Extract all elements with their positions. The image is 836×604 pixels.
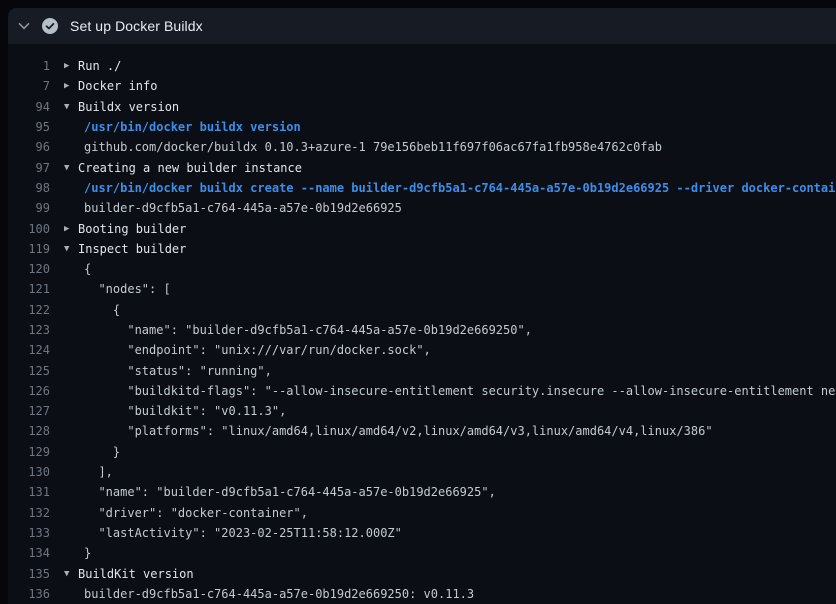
log-line: 95 /usr/bin/docker buildx version xyxy=(8,117,836,137)
log-line[interactable]: 97 ▼ Creating a new builder instance xyxy=(8,157,836,177)
log-line: 133 "lastActivity": "2023-02-25T11:58:12… xyxy=(8,523,836,543)
step-header[interactable]: Set up Docker Buildx xyxy=(8,8,836,44)
log-line[interactable]: 119 ▼ Inspect builder xyxy=(8,239,836,259)
log-text: builder-d9cfb5a1-c764-445a-a57e-0b19d2e6… xyxy=(84,201,402,215)
line-number-link[interactable]: 126 xyxy=(8,384,50,398)
line-number-link[interactable]: 120 xyxy=(8,262,50,276)
log-text: Creating a new builder instance xyxy=(78,161,302,175)
log-text: "name": "builder-d9cfb5a1-c764-445a-a57e… xyxy=(84,485,496,499)
log-text: "nodes": [ xyxy=(84,282,171,296)
disclosure-triangle-icon[interactable]: ▼ xyxy=(50,569,78,579)
line-number-link[interactable]: 95 xyxy=(8,120,50,134)
log-line: 126 "buildkitd-flags": "--allow-insecure… xyxy=(8,381,836,401)
line-number-link[interactable]: 96 xyxy=(8,140,50,154)
log-text: "driver": "docker-container", xyxy=(84,506,308,520)
log-line: 124 "endpoint": "unix:///var/run/docker.… xyxy=(8,340,836,360)
line-number-link[interactable]: 130 xyxy=(8,465,50,479)
log-line[interactable]: 100 ▶ Booting builder xyxy=(8,218,836,238)
log-line: 128 "platforms": "linux/amd64,linux/amd6… xyxy=(8,421,836,441)
log-text: builder-d9cfb5a1-c764-445a-a57e-0b19d2e6… xyxy=(84,587,474,601)
step-title: Set up Docker Buildx xyxy=(70,18,203,34)
log-text: { xyxy=(84,303,120,317)
log-text: "status": "running", xyxy=(84,364,272,378)
line-number-link[interactable]: 1 xyxy=(8,59,50,73)
log-line[interactable]: 1 ▶ Run ./ xyxy=(8,56,836,76)
line-number-link[interactable]: 125 xyxy=(8,364,50,378)
log-line[interactable]: 7 ▶ Docker info xyxy=(8,76,836,96)
log-line: 99 builder-d9cfb5a1-c764-445a-a57e-0b19d… xyxy=(8,198,836,218)
log-line: 122 { xyxy=(8,300,836,320)
step-log-card: Set up Docker Buildx 1 ▶ Run ./ 7 ▶ Dock… xyxy=(8,8,836,604)
line-number-link[interactable]: 7 xyxy=(8,79,50,93)
line-number-link[interactable]: 123 xyxy=(8,323,50,337)
line-number-link[interactable]: 127 xyxy=(8,404,50,418)
disclosure-triangle-icon[interactable]: ▼ xyxy=(50,163,78,173)
log-text: "platforms": "linux/amd64,linux/amd64/v2… xyxy=(84,424,713,438)
line-number-link[interactable]: 94 xyxy=(8,100,50,114)
line-number-link[interactable]: 100 xyxy=(8,222,50,236)
log-line: 129 } xyxy=(8,442,836,462)
log-line[interactable]: 135 ▼ BuildKit version xyxy=(8,563,836,583)
disclosure-triangle-icon[interactable]: ▼ xyxy=(50,244,78,254)
log-line: 130 ], xyxy=(8,462,836,482)
log-text: "buildkitd-flags": "--allow-insecure-ent… xyxy=(84,384,836,398)
log-line: 96 github.com/docker/buildx 0.10.3+azure… xyxy=(8,137,836,157)
line-number-link[interactable]: 136 xyxy=(8,587,50,601)
chevron-down-icon[interactable] xyxy=(16,18,32,34)
log-text: Booting builder xyxy=(78,222,186,236)
line-number-link[interactable]: 119 xyxy=(8,242,50,256)
log-text: Inspect builder xyxy=(78,242,186,256)
log-text: "lastActivity": "2023-02-25T11:58:12.000… xyxy=(84,526,402,540)
line-number-link[interactable]: 121 xyxy=(8,282,50,296)
log-text: "name": "builder-d9cfb5a1-c764-445a-a57e… xyxy=(84,323,532,337)
line-number-link[interactable]: 134 xyxy=(8,546,50,560)
line-number-link[interactable]: 133 xyxy=(8,526,50,540)
line-number-link[interactable]: 128 xyxy=(8,424,50,438)
log-line[interactable]: 94 ▼ Buildx version xyxy=(8,97,836,117)
log-line: 127 "buildkit": "v0.11.3", xyxy=(8,401,836,421)
line-number-link[interactable]: 99 xyxy=(8,201,50,215)
log-text: Docker info xyxy=(78,79,157,93)
log-text: { xyxy=(84,262,91,276)
line-number-link[interactable]: 98 xyxy=(8,181,50,195)
log-text: BuildKit version xyxy=(78,567,194,581)
disclosure-triangle-icon[interactable]: ▶ xyxy=(50,81,78,91)
log-lines: 1 ▶ Run ./ 7 ▶ Docker info 94 ▼ Buildx v… xyxy=(8,44,836,604)
log-text: Buildx version xyxy=(78,100,179,114)
log-text: "buildkit": "v0.11.3", xyxy=(84,404,286,418)
log-text: /usr/bin/docker buildx version xyxy=(84,120,301,134)
log-text: } xyxy=(84,546,91,560)
log-text: "endpoint": "unix:///var/run/docker.sock… xyxy=(84,343,431,357)
log-line: 134 } xyxy=(8,543,836,563)
disclosure-triangle-icon[interactable]: ▼ xyxy=(50,102,78,112)
line-number-link[interactable]: 131 xyxy=(8,485,50,499)
log-text: } xyxy=(84,445,120,459)
disclosure-triangle-icon[interactable]: ▶ xyxy=(50,61,78,71)
log-line: 121 "nodes": [ xyxy=(8,279,836,299)
log-line: 123 "name": "builder-d9cfb5a1-c764-445a-… xyxy=(8,320,836,340)
log-line: 132 "driver": "docker-container", xyxy=(8,503,836,523)
log-text: /usr/bin/docker buildx create --name bui… xyxy=(84,181,836,195)
log-line: 131 "name": "builder-d9cfb5a1-c764-445a-… xyxy=(8,482,836,502)
log-line: 125 "status": "running", xyxy=(8,360,836,380)
line-number-link[interactable]: 97 xyxy=(8,161,50,175)
log-line: 120 { xyxy=(8,259,836,279)
log-text: github.com/docker/buildx 0.10.3+azure-1 … xyxy=(84,140,662,154)
status-success-icon xyxy=(42,18,58,34)
line-number-link[interactable]: 124 xyxy=(8,343,50,357)
line-number-link[interactable]: 129 xyxy=(8,445,50,459)
line-number-link[interactable]: 132 xyxy=(8,506,50,520)
log-line: 98 /usr/bin/docker buildx create --name … xyxy=(8,178,836,198)
line-number-link[interactable]: 135 xyxy=(8,567,50,581)
log-text: Run ./ xyxy=(78,59,121,73)
log-text: ], xyxy=(84,465,113,479)
log-line: 136 builder-d9cfb5a1-c764-445a-a57e-0b19… xyxy=(8,584,836,604)
disclosure-triangle-icon[interactable]: ▶ xyxy=(50,224,78,234)
line-number-link[interactable]: 122 xyxy=(8,303,50,317)
